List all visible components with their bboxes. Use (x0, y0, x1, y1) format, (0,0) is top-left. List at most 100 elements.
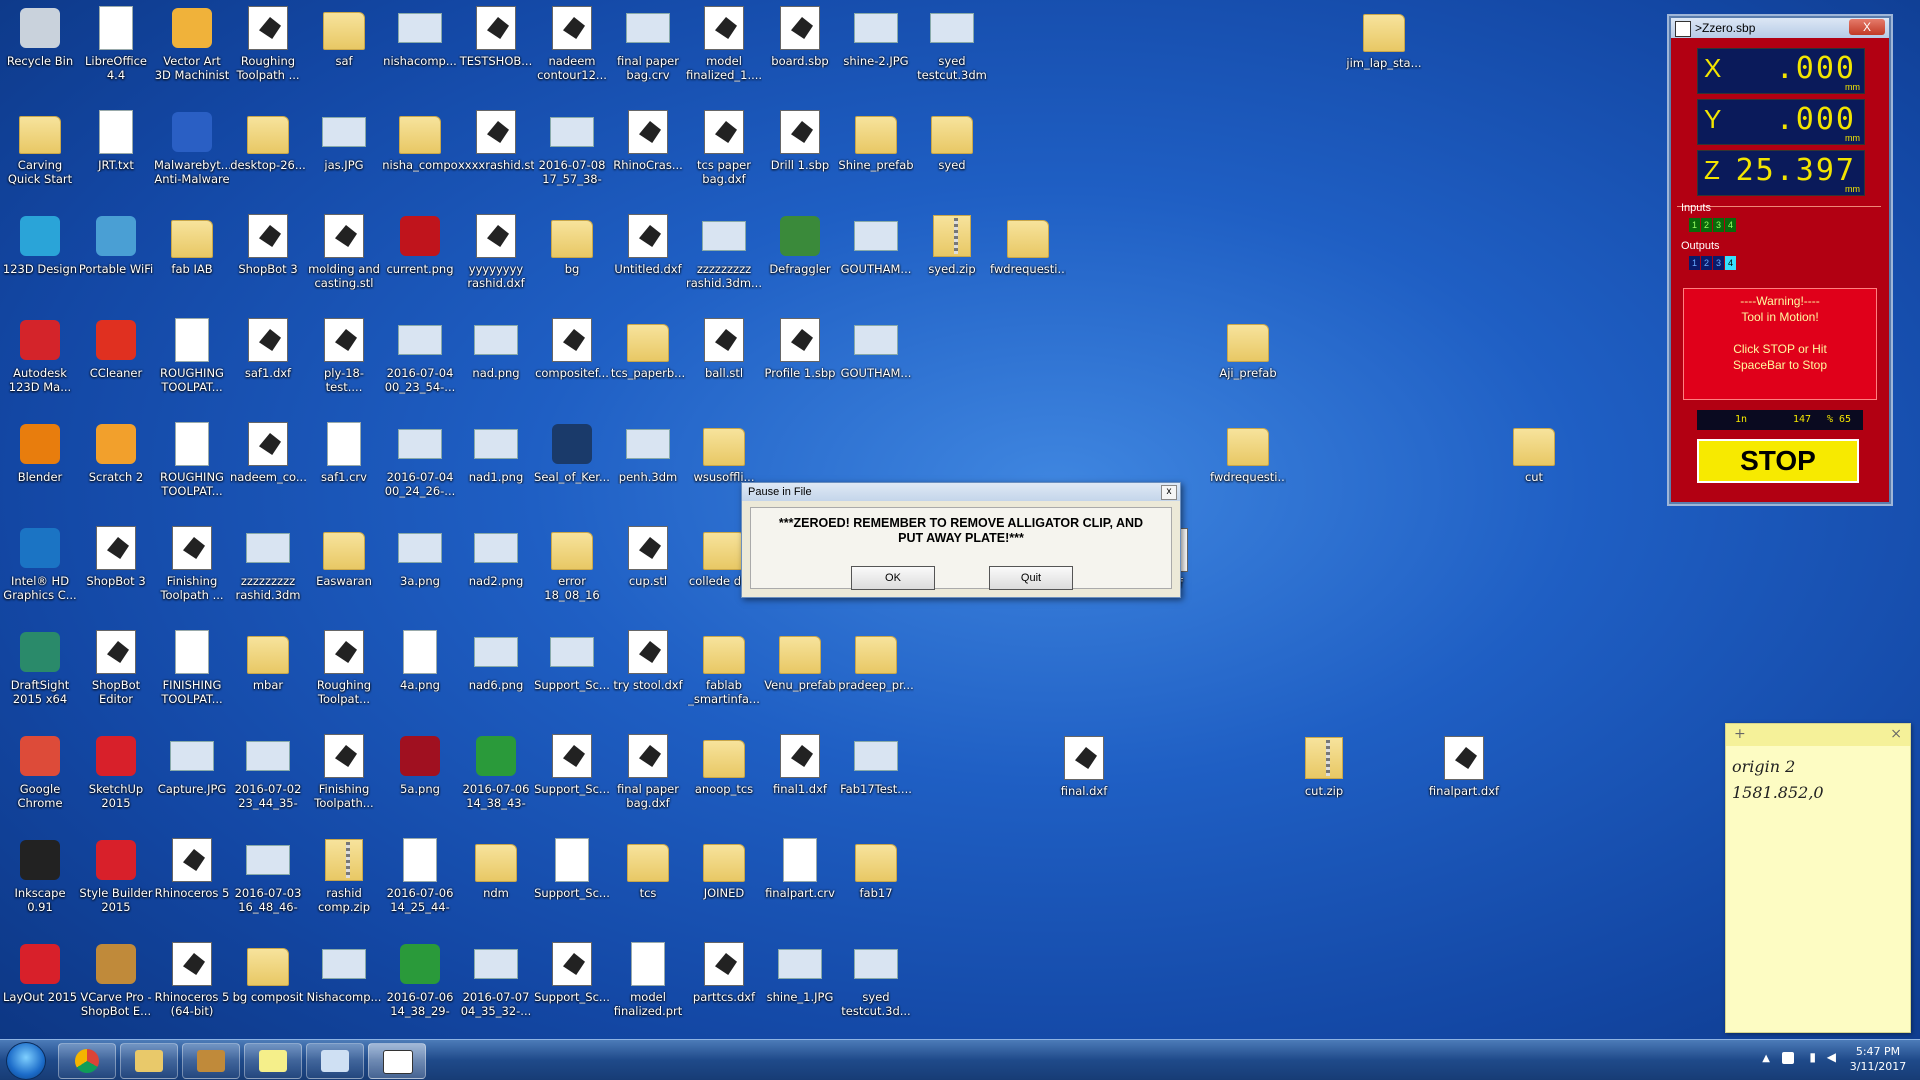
desktop-icon[interactable]: Roughing Toolpath ... (230, 6, 306, 82)
action-center-icon[interactable] (1782, 1052, 1794, 1064)
desktop-icon[interactable]: nishacomp... (382, 6, 458, 68)
desktop-icon[interactable]: 2016-07-06 14_25_44-V... (382, 838, 458, 914)
desktop-icon[interactable]: Untitled.dxf (610, 214, 686, 276)
desktop-icon[interactable]: Blender (2, 422, 78, 484)
volume-icon[interactable]: ◀ (1827, 1050, 1836, 1064)
desktop-icon[interactable]: syed testcut.3d... (838, 942, 914, 1018)
desktop-icon[interactable]: Recycle Bin (2, 6, 78, 68)
desktop-icon[interactable]: ply-18-test.... (306, 318, 382, 394)
desktop-icon[interactable]: model finalized.prt (610, 942, 686, 1018)
quit-button[interactable]: Quit (989, 566, 1073, 590)
dialog-close-button[interactable]: x (1161, 485, 1177, 500)
desktop-icon[interactable]: Carving Quick Start (2, 110, 78, 186)
stop-button[interactable]: STOP (1697, 439, 1859, 483)
desktop-icon[interactable]: Autodesk 123D Ma... (2, 318, 78, 394)
desktop-icon[interactable]: RhinoCras... (610, 110, 686, 172)
desktop-icon[interactable]: Finishing Toolpath... (306, 734, 382, 810)
desktop-icon[interactable]: final1.dxf (762, 734, 838, 796)
desktop-icon[interactable]: GOUTHAM... (838, 214, 914, 276)
desktop-icon[interactable]: parttcs.dxf (686, 942, 762, 1004)
desktop-icon[interactable]: fwdrequesti... (1210, 422, 1286, 484)
desktop-icon[interactable]: Portable WiFi (78, 214, 154, 276)
clock[interactable]: 5:47 PM 3/11/2017 (1848, 1044, 1908, 1074)
desktop-icon[interactable]: Malwarebyt... Anti-Malware (154, 110, 230, 186)
desktop-icon[interactable]: Fab17Test.... (838, 734, 914, 796)
dialog-titlebar[interactable]: Pause in File x (742, 483, 1180, 501)
desktop-icon[interactable]: ShopBot 3 (230, 214, 306, 276)
desktop-icon[interactable]: penh.3dm (610, 422, 686, 484)
desktop-icon[interactable]: fab IAB (154, 214, 230, 276)
desktop-icon[interactable]: current.png (382, 214, 458, 276)
desktop-icon[interactable]: shine_1.JPG (762, 942, 838, 1004)
desktop-icon[interactable]: Seal_of_Ker... (534, 422, 610, 484)
desktop-icon[interactable]: Aji_prefab (1210, 318, 1286, 380)
desktop-icon[interactable]: ndm (458, 838, 534, 900)
desktop-icon[interactable]: syed testcut.3dm (914, 6, 990, 82)
desktop-icon[interactable]: ROUGHING TOOLPAT... (154, 318, 230, 394)
desktop-icon[interactable]: cup.stl (610, 526, 686, 588)
desktop-icon[interactable]: jim_lap_sta... (1346, 8, 1422, 70)
desktop-icon[interactable]: xxxxrashid.stl (458, 110, 534, 172)
desktop-icon[interactable]: Easwaran (306, 526, 382, 588)
desktop-icon[interactable]: ShopBot 3 (78, 526, 154, 588)
desktop-icon[interactable]: tcs (610, 838, 686, 900)
desktop-icon[interactable]: 2016-07-03 16_48_46-S... (230, 838, 306, 914)
desktop-icon[interactable]: 2016-07-04 00_24_26-... (382, 422, 458, 498)
desktop-icon[interactable]: zzzzzzzzz rashid.3dm (230, 526, 306, 602)
desktop-icon[interactable]: compositef... (534, 318, 610, 380)
desktop-icon[interactable]: 123D Design (2, 214, 78, 276)
desktop-icon[interactable]: 3a.png (382, 526, 458, 588)
desktop-icon[interactable]: nadeem_co... (230, 422, 306, 484)
desktop-icon[interactable]: tcs paper bag.dxf (686, 110, 762, 186)
desktop-icon[interactable]: Intel® HD Graphics C... (2, 526, 78, 602)
desktop-icon[interactable]: JOINED (686, 838, 762, 900)
desktop-icon[interactable]: saf1.dxf (230, 318, 306, 380)
desktop-icon[interactable]: board.sbp (762, 6, 838, 68)
desktop-icon[interactable]: 4a.png (382, 630, 458, 692)
desktop-icon[interactable]: Support_Sc... (534, 630, 610, 692)
desktop-icon[interactable]: VCarve Pro - ShopBot E... (78, 942, 154, 1018)
desktop-icon[interactable]: nad6.png (458, 630, 534, 692)
desktop-icon[interactable]: FINISHING TOOLPAT... (154, 630, 230, 706)
desktop-icon[interactable]: desktop-26... (230, 110, 306, 172)
desktop-icon[interactable]: 2016-07-08 17_57_38-n... (534, 110, 610, 186)
desktop-icon[interactable]: Rhinoceros 5 (64-bit) (154, 942, 230, 1018)
desktop-icon[interactable]: ball.stl (686, 318, 762, 380)
desktop-icon[interactable]: cut.zip (1286, 736, 1362, 798)
desktop-icon[interactable]: final.dxf (1046, 736, 1122, 798)
taskbar-explorer[interactable] (120, 1043, 178, 1079)
desktop-icon[interactable]: nad.png (458, 318, 534, 380)
desktop-icon[interactable]: syed (914, 110, 990, 172)
desktop-icon[interactable]: SketchUp 2015 (78, 734, 154, 810)
taskbar-chrome[interactable] (58, 1043, 116, 1079)
taskbar-vcarve[interactable] (182, 1043, 240, 1079)
desktop-icon[interactable]: JRT.txt (78, 110, 154, 172)
desktop-icon[interactable]: Capture.JPG (154, 734, 230, 796)
desktop-icon[interactable]: Support_Sc... (534, 838, 610, 900)
desktop-icon[interactable]: nisha_compo (382, 110, 458, 172)
desktop-icon[interactable]: fwdrequesti... (990, 214, 1066, 276)
desktop-icon[interactable]: Venu_prefab (762, 630, 838, 692)
desktop-icon[interactable]: TESTSHOB... (458, 6, 534, 68)
desktop-icon[interactable]: Support_Sc... (534, 734, 610, 796)
desktop-icon[interactable]: Vector Art 3D Machinist (154, 6, 230, 82)
desktop-icon[interactable]: saf1.crv (306, 422, 382, 484)
desktop-icon[interactable]: Shine_prefab (838, 110, 914, 172)
desktop-icon[interactable]: cut (1496, 422, 1572, 484)
ok-button[interactable]: OK (851, 566, 935, 590)
desktop-icon[interactable]: nadeem contour12... (534, 6, 610, 82)
desktop-icon[interactable]: syed.zip (914, 214, 990, 276)
desktop-icon[interactable]: nad1.png (458, 422, 534, 484)
desktop-icon[interactable]: Profile 1.sbp (762, 318, 838, 380)
desktop-icon[interactable]: try stool.dxf (610, 630, 686, 692)
desktop-icon[interactable]: Style Builder 2015 (78, 838, 154, 914)
desktop-icon[interactable]: Scratch 2 (78, 422, 154, 484)
desktop-icon[interactable]: 5a.png (382, 734, 458, 796)
desktop-icon[interactable]: 2016-07-06 14_38_29-Pr... (382, 942, 458, 1018)
add-note-icon[interactable]: + (1734, 726, 1746, 742)
taskbar-shopbot[interactable] (368, 1043, 426, 1079)
desktop-icon[interactable]: Drill 1.sbp (762, 110, 838, 172)
desktop-icon[interactable]: bg composit (230, 942, 306, 1004)
desktop-icon[interactable]: jas.JPG (306, 110, 382, 172)
desktop-icon[interactable]: final paper bag.crv (610, 6, 686, 82)
